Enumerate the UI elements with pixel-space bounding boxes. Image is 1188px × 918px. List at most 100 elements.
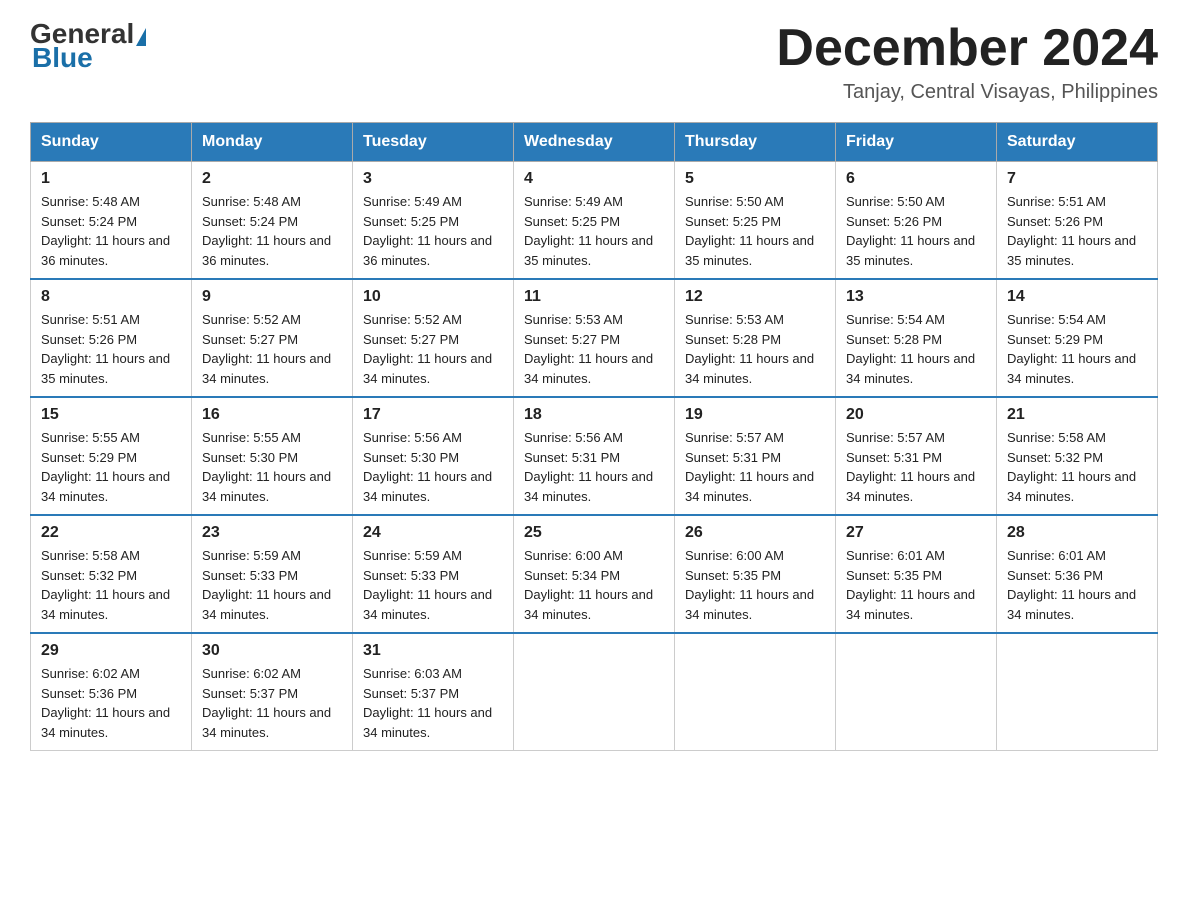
sunset-label: Sunset: 5:33 PM: [202, 568, 298, 583]
sunrise-label: Sunrise: 5:55 AM: [41, 430, 140, 445]
sunset-label: Sunset: 5:31 PM: [524, 450, 620, 465]
sunrise-label: Sunrise: 5:54 AM: [846, 312, 945, 327]
column-header-monday: Monday: [192, 123, 353, 162]
calendar-cell: 6 Sunrise: 5:50 AM Sunset: 5:26 PM Dayli…: [836, 162, 997, 280]
calendar-cell: 28 Sunrise: 6:01 AM Sunset: 5:36 PM Dayl…: [997, 515, 1158, 633]
calendar-week-row: 8 Sunrise: 5:51 AM Sunset: 5:26 PM Dayli…: [31, 279, 1158, 397]
day-number: 23: [202, 524, 342, 542]
day-info: Sunrise: 5:57 AM Sunset: 5:31 PM Dayligh…: [846, 428, 986, 506]
daylight-label: Daylight: 11 hours and 34 minutes.: [846, 351, 975, 386]
sunset-label: Sunset: 5:36 PM: [41, 686, 137, 701]
calendar-table: SundayMondayTuesdayWednesdayThursdayFrid…: [30, 122, 1158, 751]
sunset-label: Sunset: 5:33 PM: [363, 568, 459, 583]
calendar-cell: 1 Sunrise: 5:48 AM Sunset: 5:24 PM Dayli…: [31, 162, 192, 280]
sunrise-label: Sunrise: 6:03 AM: [363, 666, 462, 681]
daylight-label: Daylight: 11 hours and 34 minutes.: [846, 469, 975, 504]
sunset-label: Sunset: 5:27 PM: [524, 332, 620, 347]
sunrise-label: Sunrise: 6:00 AM: [524, 548, 623, 563]
column-header-tuesday: Tuesday: [353, 123, 514, 162]
sunrise-label: Sunrise: 5:50 AM: [846, 194, 945, 209]
day-info: Sunrise: 5:54 AM Sunset: 5:28 PM Dayligh…: [846, 310, 986, 388]
sunrise-label: Sunrise: 5:48 AM: [41, 194, 140, 209]
calendar-cell: 7 Sunrise: 5:51 AM Sunset: 5:26 PM Dayli…: [997, 162, 1158, 280]
daylight-label: Daylight: 11 hours and 34 minutes.: [363, 705, 492, 740]
day-info: Sunrise: 5:49 AM Sunset: 5:25 PM Dayligh…: [363, 192, 503, 270]
calendar-cell: 11 Sunrise: 5:53 AM Sunset: 5:27 PM Dayl…: [514, 279, 675, 397]
sunset-label: Sunset: 5:25 PM: [685, 214, 781, 229]
daylight-label: Daylight: 11 hours and 34 minutes.: [41, 705, 170, 740]
sunrise-label: Sunrise: 5:57 AM: [685, 430, 784, 445]
day-number: 7: [1007, 170, 1147, 188]
sunrise-label: Sunrise: 5:51 AM: [41, 312, 140, 327]
calendar-cell: 17 Sunrise: 5:56 AM Sunset: 5:30 PM Dayl…: [353, 397, 514, 515]
calendar-cell: 13 Sunrise: 5:54 AM Sunset: 5:28 PM Dayl…: [836, 279, 997, 397]
page-header: General Blue December 2024 Tanjay, Centr…: [30, 20, 1158, 104]
calendar-cell: 24 Sunrise: 5:59 AM Sunset: 5:33 PM Dayl…: [353, 515, 514, 633]
sunrise-label: Sunrise: 6:01 AM: [1007, 548, 1106, 563]
sunset-label: Sunset: 5:35 PM: [846, 568, 942, 583]
day-number: 2: [202, 170, 342, 188]
calendar-cell: [675, 633, 836, 751]
sunset-label: Sunset: 5:27 PM: [202, 332, 298, 347]
day-info: Sunrise: 5:53 AM Sunset: 5:28 PM Dayligh…: [685, 310, 825, 388]
day-number: 1: [41, 170, 181, 188]
day-number: 12: [685, 288, 825, 306]
day-number: 4: [524, 170, 664, 188]
calendar-cell: 23 Sunrise: 5:59 AM Sunset: 5:33 PM Dayl…: [192, 515, 353, 633]
sunset-label: Sunset: 5:35 PM: [685, 568, 781, 583]
calendar-cell: 26 Sunrise: 6:00 AM Sunset: 5:35 PM Dayl…: [675, 515, 836, 633]
sunset-label: Sunset: 5:28 PM: [846, 332, 942, 347]
calendar-cell: 30 Sunrise: 6:02 AM Sunset: 5:37 PM Dayl…: [192, 633, 353, 751]
day-info: Sunrise: 5:49 AM Sunset: 5:25 PM Dayligh…: [524, 192, 664, 270]
day-info: Sunrise: 5:55 AM Sunset: 5:29 PM Dayligh…: [41, 428, 181, 506]
sunrise-label: Sunrise: 5:59 AM: [202, 548, 301, 563]
sunset-label: Sunset: 5:34 PM: [524, 568, 620, 583]
day-info: Sunrise: 6:01 AM Sunset: 5:36 PM Dayligh…: [1007, 546, 1147, 624]
sunset-label: Sunset: 5:37 PM: [202, 686, 298, 701]
month-title: December 2024: [776, 20, 1158, 77]
day-number: 26: [685, 524, 825, 542]
daylight-label: Daylight: 11 hours and 34 minutes.: [41, 469, 170, 504]
calendar-cell: 4 Sunrise: 5:49 AM Sunset: 5:25 PM Dayli…: [514, 162, 675, 280]
calendar-header-row: SundayMondayTuesdayWednesdayThursdayFrid…: [31, 123, 1158, 162]
day-info: Sunrise: 5:56 AM Sunset: 5:31 PM Dayligh…: [524, 428, 664, 506]
day-number: 14: [1007, 288, 1147, 306]
daylight-label: Daylight: 11 hours and 34 minutes.: [685, 351, 814, 386]
calendar-cell: 12 Sunrise: 5:53 AM Sunset: 5:28 PM Dayl…: [675, 279, 836, 397]
sunset-label: Sunset: 5:29 PM: [41, 450, 137, 465]
sunrise-label: Sunrise: 6:01 AM: [846, 548, 945, 563]
calendar-cell: 19 Sunrise: 5:57 AM Sunset: 5:31 PM Dayl…: [675, 397, 836, 515]
logo: General Blue: [30, 20, 148, 74]
calendar-cell: 27 Sunrise: 6:01 AM Sunset: 5:35 PM Dayl…: [836, 515, 997, 633]
daylight-label: Daylight: 11 hours and 34 minutes.: [363, 351, 492, 386]
sunset-label: Sunset: 5:32 PM: [1007, 450, 1103, 465]
daylight-label: Daylight: 11 hours and 34 minutes.: [1007, 587, 1136, 622]
day-number: 11: [524, 288, 664, 306]
day-info: Sunrise: 5:59 AM Sunset: 5:33 PM Dayligh…: [363, 546, 503, 624]
daylight-label: Daylight: 11 hours and 34 minutes.: [363, 587, 492, 622]
daylight-label: Daylight: 11 hours and 34 minutes.: [846, 587, 975, 622]
day-info: Sunrise: 5:57 AM Sunset: 5:31 PM Dayligh…: [685, 428, 825, 506]
sunset-label: Sunset: 5:24 PM: [202, 214, 298, 229]
day-info: Sunrise: 5:56 AM Sunset: 5:30 PM Dayligh…: [363, 428, 503, 506]
daylight-label: Daylight: 11 hours and 34 minutes.: [363, 469, 492, 504]
day-info: Sunrise: 5:53 AM Sunset: 5:27 PM Dayligh…: [524, 310, 664, 388]
day-number: 31: [363, 642, 503, 660]
calendar-cell: [836, 633, 997, 751]
sunset-label: Sunset: 5:31 PM: [685, 450, 781, 465]
column-header-wednesday: Wednesday: [514, 123, 675, 162]
sunset-label: Sunset: 5:27 PM: [363, 332, 459, 347]
day-number: 10: [363, 288, 503, 306]
day-info: Sunrise: 5:52 AM Sunset: 5:27 PM Dayligh…: [363, 310, 503, 388]
day-info: Sunrise: 5:51 AM Sunset: 5:26 PM Dayligh…: [41, 310, 181, 388]
sunset-label: Sunset: 5:26 PM: [846, 214, 942, 229]
calendar-cell: 9 Sunrise: 5:52 AM Sunset: 5:27 PM Dayli…: [192, 279, 353, 397]
day-info: Sunrise: 6:00 AM Sunset: 5:35 PM Dayligh…: [685, 546, 825, 624]
calendar-week-row: 29 Sunrise: 6:02 AM Sunset: 5:36 PM Dayl…: [31, 633, 1158, 751]
calendar-cell: 25 Sunrise: 6:00 AM Sunset: 5:34 PM Dayl…: [514, 515, 675, 633]
day-info: Sunrise: 5:59 AM Sunset: 5:33 PM Dayligh…: [202, 546, 342, 624]
calendar-cell: 15 Sunrise: 5:55 AM Sunset: 5:29 PM Dayl…: [31, 397, 192, 515]
sunrise-label: Sunrise: 5:59 AM: [363, 548, 462, 563]
calendar-cell: 18 Sunrise: 5:56 AM Sunset: 5:31 PM Dayl…: [514, 397, 675, 515]
sunrise-label: Sunrise: 5:49 AM: [363, 194, 462, 209]
